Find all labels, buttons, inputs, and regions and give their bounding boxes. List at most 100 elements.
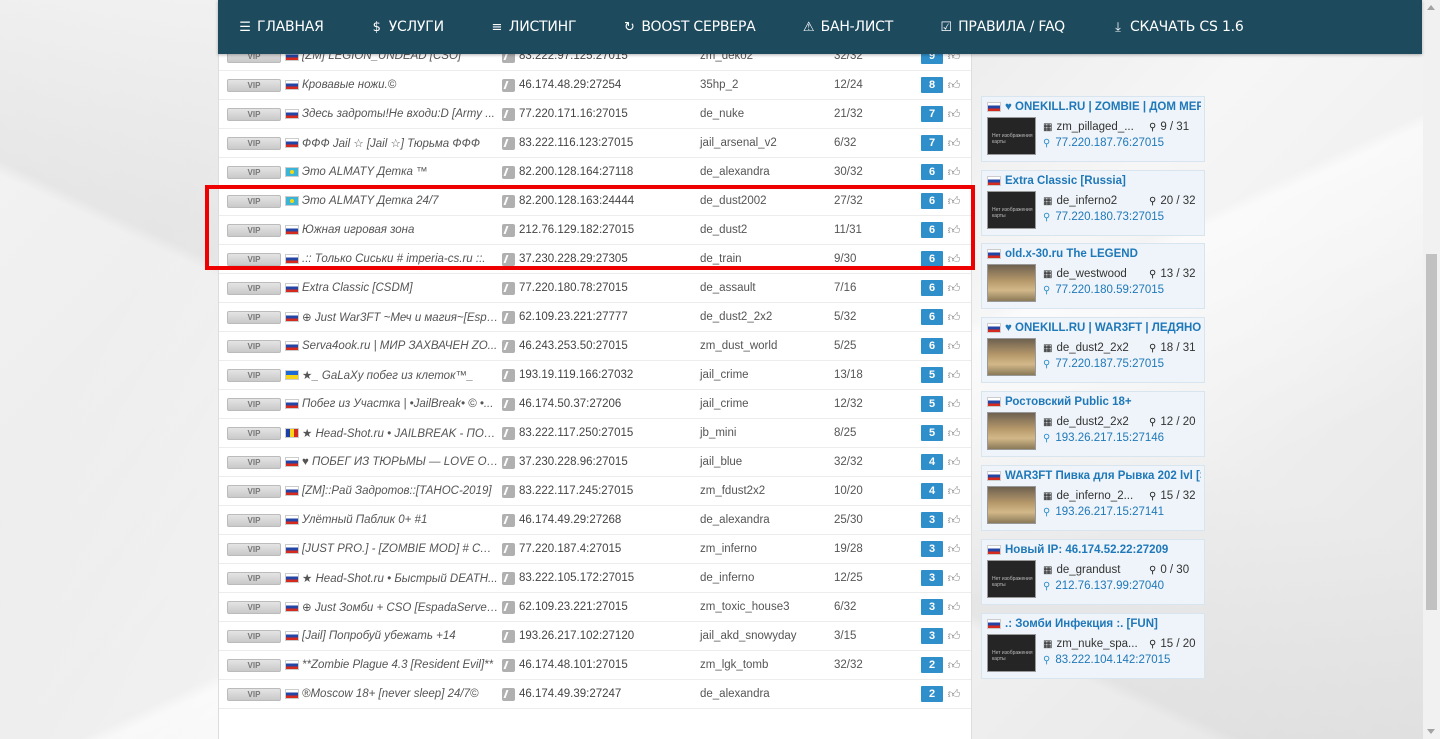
card-title[interactable]: ♥ ONEKILL.RU | WAR3FT | ЛЕДЯНОЙ ...	[987, 322, 1201, 334]
thumbs-up-icon[interactable]: 👍︎	[947, 107, 961, 121]
vip-button[interactable]: VIP	[227, 629, 281, 643]
card-ip[interactable]: ⚲ 212.76.137.99:27040	[1043, 580, 1164, 592]
vip-button[interactable]: VIP	[227, 252, 281, 266]
vip-button[interactable]: VIP	[227, 194, 281, 208]
nav-item-1[interactable]: $ УСЛУГИ	[370, 19, 444, 35]
vip-button[interactable]: VIP	[227, 600, 281, 614]
server-name[interactable]: .:: Только Сиськи # imperia-cs.ru ::.	[302, 253, 499, 265]
vip-button[interactable]: VIP	[227, 339, 281, 353]
server-name[interactable]: ⊕ Just Зомби + CSO [EspadaServer...	[302, 600, 499, 614]
server-ip[interactable]: 212.76.129.182:27015	[519, 224, 700, 236]
server-name[interactable]: Это ALMATY Детка 24/7	[302, 195, 499, 207]
vip-button[interactable]: VIP	[227, 484, 281, 498]
top-server-card[interactable]: Новый IP: 46.174.52.22:27209 Нет изображ…	[981, 539, 1205, 605]
server-name[interactable]: Побег из Участка | •JailBreak• © •...	[302, 398, 499, 410]
nav-item-4[interactable]: ⚠ БАН-ЛИСТ	[802, 19, 893, 35]
server-name[interactable]: Улётный Паблик 0+ #1	[302, 514, 499, 526]
vip-button[interactable]: VIP	[227, 136, 281, 150]
thumbs-up-icon[interactable]: 👍︎	[947, 600, 961, 614]
vip-button[interactable]: VIP	[227, 310, 281, 324]
server-ip[interactable]: 46.174.48.101:27015	[519, 659, 700, 671]
server-ip[interactable]: 83.222.116.123:27015	[519, 137, 700, 149]
server-name[interactable]: [ZM]::Рай Задротов::[ТАНОС-2019]	[302, 485, 499, 497]
thumbs-up-icon[interactable]: 👍︎	[947, 223, 961, 237]
server-name[interactable]: ★ Head-Shot.ru • JAILBREAK - ПОБ...	[302, 426, 499, 440]
thumbs-up-icon[interactable]: 👍︎	[947, 136, 961, 150]
thumbs-up-icon[interactable]: 👍︎	[947, 78, 961, 92]
thumbs-up-icon[interactable]: 👍︎	[947, 252, 961, 266]
vip-button[interactable]: VIP	[227, 455, 281, 469]
server-ip[interactable]: 83.222.117.245:27015	[519, 485, 700, 497]
vip-button[interactable]: VIP	[227, 542, 281, 556]
card-ip[interactable]: ⚲ 77.220.180.59:27015	[1043, 284, 1164, 296]
thumbs-up-icon[interactable]: 👍︎	[947, 397, 961, 411]
thumbs-up-icon[interactable]: 👍︎	[947, 194, 961, 208]
server-name[interactable]: **Zombie Plague 4.3 [Resident Evil]**	[302, 659, 499, 671]
thumbs-up-icon[interactable]: 👍︎	[947, 571, 961, 585]
server-ip[interactable]: 46.174.50.37:27206	[519, 398, 700, 410]
server-name[interactable]: Кровавые ножи.©	[302, 79, 499, 91]
server-ip[interactable]: 82.200.128.163:24444	[519, 195, 700, 207]
server-ip[interactable]: 62.109.23.221:27015	[519, 601, 700, 613]
top-server-card[interactable]: Extra Classic [Russia] Нет изображения к…	[981, 170, 1205, 236]
nav-item-3[interactable]: ↻ BOOST СЕРВЕРА	[622, 19, 756, 35]
vip-button[interactable]: VIP	[227, 397, 281, 411]
server-name[interactable]: ФФФ Jail ☆ [Jail ☆] Тюрьма ФФФ	[302, 136, 499, 150]
server-ip[interactable]: 77.220.187.4:27015	[519, 543, 700, 555]
server-ip[interactable]: 77.220.171.16:27015	[519, 108, 700, 120]
top-server-card[interactable]: WAR3FT Пивка для Рывка 202 lvl [S... ▦ d…	[981, 465, 1205, 531]
top-server-card[interactable]: .: Зомби Инфекция :. [FUN] Нет изображен…	[981, 613, 1205, 679]
vip-button[interactable]: VIP	[227, 165, 281, 179]
thumbs-up-icon[interactable]: 👍︎	[947, 165, 961, 179]
card-ip[interactable]: ⚲ 193.26.217.15:27146	[1043, 432, 1164, 444]
card-title[interactable]: ♥ ONEKILL.RU | ZOMBIE | ДОМ МЕРТ...	[987, 101, 1201, 113]
server-ip[interactable]: 83.222.105.172:27015	[519, 572, 700, 584]
scroll-thumb[interactable]	[1426, 254, 1437, 610]
top-server-card[interactable]: ♥ ONEKILL.RU | WAR3FT | ЛЕДЯНОЙ ... ▦ de…	[981, 317, 1205, 383]
server-name[interactable]: Serva4ook.ru | МИР ЗАХВАЧЕН ZO...	[302, 340, 499, 352]
thumbs-up-icon[interactable]: 👍︎	[947, 368, 961, 382]
vip-button[interactable]: VIP	[227, 571, 281, 585]
card-ip[interactable]: ⚲ 83.222.104.142:27015	[1043, 654, 1170, 666]
card-ip[interactable]: ⚲ 193.26.217.15:27141	[1043, 506, 1164, 518]
nav-item-2[interactable]: ≡ ЛИСТИНГ	[490, 19, 577, 35]
thumbs-up-icon[interactable]: 👍︎	[947, 339, 961, 353]
server-ip[interactable]: 46.174.49.39:27247	[519, 688, 700, 700]
server-name[interactable]: ★_ GaLaXy побег из клеток™_	[302, 368, 499, 382]
scroll-down-arrow[interactable]	[1427, 729, 1435, 734]
thumbs-up-icon[interactable]: 👍︎	[947, 513, 961, 527]
card-title[interactable]: WAR3FT Пивка для Рывка 202 lvl [S...	[987, 470, 1201, 482]
thumbs-up-icon[interactable]: 👍︎	[947, 687, 961, 701]
top-server-card[interactable]: old.x-30.ru The LEGEND ▦ de_westwood ⚲ 1…	[981, 243, 1205, 309]
vip-button[interactable]: VIP	[227, 223, 281, 237]
server-ip[interactable]: 46.174.48.29:27254	[519, 79, 700, 91]
vip-button[interactable]: VIP	[227, 368, 281, 382]
page-scrollbar[interactable]	[1423, 0, 1440, 739]
vip-button[interactable]: VIP	[227, 78, 281, 92]
vip-button[interactable]: VIP	[227, 426, 281, 440]
server-ip[interactable]: 46.174.49.29:27268	[519, 514, 700, 526]
server-name[interactable]: [JUST PRO.] - [ZOMBIE MOD] # СЛА...	[302, 543, 499, 555]
server-ip[interactable]: 62.109.23.221:27777	[519, 311, 700, 323]
server-ip[interactable]: 37.230.228.96:27015	[519, 456, 700, 468]
server-name[interactable]: ®Moscow 18+ [never sleep] 24/7©	[302, 688, 499, 700]
server-name[interactable]: Южная игровая зона	[302, 224, 499, 236]
server-ip[interactable]: 37.230.228.29:27305	[519, 253, 700, 265]
thumbs-up-icon[interactable]: 👍︎	[947, 658, 961, 672]
vip-button[interactable]: VIP	[227, 513, 281, 527]
card-title[interactable]: old.x-30.ru The LEGEND	[987, 248, 1201, 260]
card-ip[interactable]: ⚲ 77.220.187.76:27015	[1043, 137, 1164, 149]
scroll-up-arrow[interactable]	[1427, 5, 1435, 10]
card-ip[interactable]: ⚲ 77.220.180.73:27015	[1043, 211, 1164, 223]
server-ip[interactable]: 77.220.180.78:27015	[519, 282, 700, 294]
server-name[interactable]: Это ALMATY Детка ™	[302, 166, 499, 178]
card-title[interactable]: .: Зомби Инфекция :. [FUN]	[987, 618, 1201, 630]
card-ip[interactable]: ⚲ 77.220.187.75:27015	[1043, 358, 1164, 370]
top-server-card[interactable]: Ростовский Public 18+ ▦ de_dust2_2x2 ⚲ 1…	[981, 391, 1205, 457]
server-ip[interactable]: 46.243.253.50:27015	[519, 340, 700, 352]
vip-button[interactable]: VIP	[227, 687, 281, 701]
thumbs-up-icon[interactable]: 👍︎	[947, 281, 961, 295]
thumbs-up-icon[interactable]: 👍︎	[947, 310, 961, 324]
server-name[interactable]: [Jail] Попробуй убежать +14	[302, 630, 499, 642]
nav-item-6[interactable]: ⤓ СКАЧАТЬ CS 1.6	[1111, 19, 1244, 35]
